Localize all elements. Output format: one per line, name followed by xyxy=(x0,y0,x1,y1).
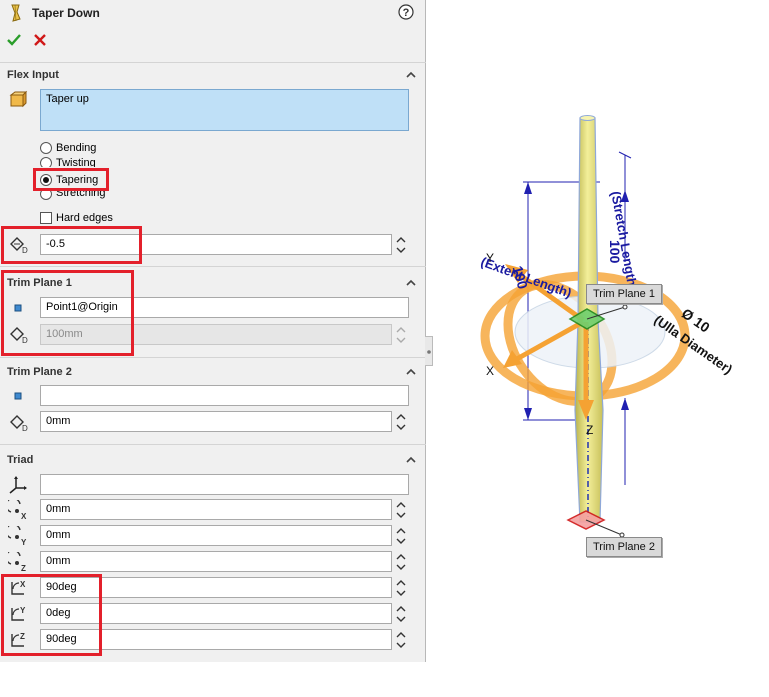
trim-plane-1-entity[interactable]: Point1@Origin xyxy=(40,297,409,318)
triad-rotation-z-input[interactable]: 90deg xyxy=(40,629,392,650)
svg-text:Y: Y xyxy=(20,606,26,615)
axis-x-label: X xyxy=(486,364,495,378)
position-z-icon: Z xyxy=(5,549,28,573)
triad-rotation-x-spinner[interactable] xyxy=(395,577,407,599)
chevron-up-icon[interactable] xyxy=(404,68,418,82)
taper-factor-spinner[interactable] xyxy=(395,234,407,256)
radio-twisting[interactable]: Twisting xyxy=(40,157,96,167)
triad-x-spinner[interactable] xyxy=(395,499,407,521)
trim-plane-2-entity[interactable] xyxy=(40,385,409,406)
flex-input-header[interactable]: Flex Input xyxy=(0,66,426,86)
triad-z-input[interactable]: 0mm xyxy=(40,551,392,572)
bodies-selection-item[interactable]: Taper up xyxy=(46,93,89,105)
trim-plane-2-offset-spinner[interactable] xyxy=(395,411,407,433)
property-manager-panel: Taper Down ? Flex Input Taper up Bending… xyxy=(0,0,426,662)
trim-plane-1-offset: 100mm xyxy=(40,324,392,345)
svg-text:X: X xyxy=(20,580,26,589)
checkmark-icon xyxy=(7,34,21,46)
rotation-x-icon: X xyxy=(8,578,28,598)
triad-y-input[interactable]: 0mm xyxy=(40,525,392,546)
chevron-up-icon[interactable] xyxy=(404,276,418,290)
trim-plane-2-header[interactable]: Trim Plane 2 xyxy=(0,363,426,383)
triad-entity[interactable] xyxy=(40,474,409,495)
bodies-icon xyxy=(8,90,28,110)
svg-text:Z: Z xyxy=(20,632,25,641)
triad-rotation-y-input[interactable]: 0deg xyxy=(40,603,392,624)
trim-plane-1-callout[interactable]: Trim Plane 1 xyxy=(586,284,662,304)
rotation-z-icon: Z xyxy=(8,630,28,650)
cancel-button[interactable] xyxy=(32,32,48,48)
triad-rotation-z-spinner[interactable] xyxy=(395,629,407,651)
radio-stretching[interactable]: Stretching xyxy=(40,190,106,200)
trim-plane-2-offset[interactable]: 0mm xyxy=(40,411,392,432)
svg-text:Y: Y xyxy=(21,538,27,546)
triad-header[interactable]: Triad xyxy=(0,451,426,471)
triad-rotation-x-input[interactable]: 90deg xyxy=(40,577,392,598)
triad-z-spinner[interactable] xyxy=(395,551,407,573)
panel-collapse-handle[interactable] xyxy=(425,336,433,366)
svg-text:?: ? xyxy=(403,7,410,19)
feature-title: Taper Down xyxy=(32,6,100,20)
ok-button[interactable] xyxy=(6,32,22,48)
position-y-icon: Y xyxy=(5,523,28,547)
point-icon xyxy=(8,386,28,406)
help-icon[interactable]: ? xyxy=(398,4,414,20)
ratio-dimension-icon: D xyxy=(8,234,28,255)
rotation-y-icon: Y xyxy=(8,604,28,624)
svg-text:D: D xyxy=(22,336,28,344)
chevron-up-icon[interactable] xyxy=(404,365,418,379)
position-x-icon: X xyxy=(5,497,28,521)
close-icon xyxy=(34,34,46,46)
point-icon xyxy=(8,298,28,318)
triad-icon xyxy=(8,474,28,494)
svg-text:D: D xyxy=(22,424,28,432)
feature-icon xyxy=(6,3,26,23)
offset-dimension-icon: D xyxy=(8,324,28,345)
hard-edges-checkbox[interactable]: Hard edges xyxy=(40,211,113,225)
chevron-up-icon[interactable] xyxy=(404,453,418,467)
taper-factor-input[interactable]: -0.5 xyxy=(40,234,392,255)
graphics-viewport[interactable] xyxy=(433,0,769,697)
offset-dimension-icon: D xyxy=(8,412,28,433)
trim-plane-1-header[interactable]: Trim Plane 1 xyxy=(0,274,426,294)
svg-text:D: D xyxy=(22,246,28,254)
radio-tapering[interactable]: Tapering xyxy=(40,173,98,187)
triad-x-input[interactable]: 0mm xyxy=(40,499,392,520)
bodies-selection-box[interactable]: Taper up xyxy=(40,89,409,131)
svg-text:Z: Z xyxy=(21,564,26,572)
trim-plane-1-offset-spinner xyxy=(396,327,406,343)
axis-z-label: Z xyxy=(586,423,594,437)
triad-y-spinner[interactable] xyxy=(395,525,407,547)
radio-bending[interactable]: Bending xyxy=(40,141,96,155)
svg-text:X: X xyxy=(21,512,27,520)
axis-y-label: Y xyxy=(486,251,495,265)
trim-plane-2-callout[interactable]: Trim Plane 2 xyxy=(586,537,662,557)
triad-rotation-y-spinner[interactable] xyxy=(395,603,407,625)
